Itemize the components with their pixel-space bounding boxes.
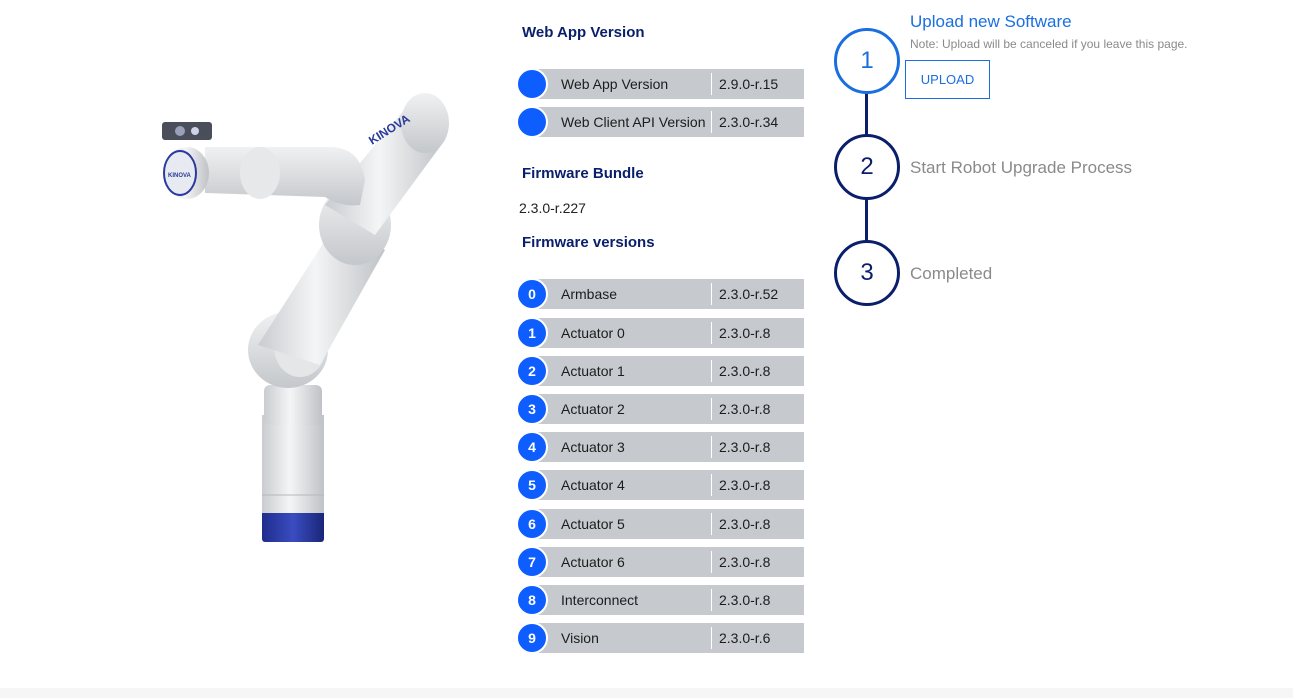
firmware-row-version: 2.3.0-r.8: [719, 592, 771, 608]
firmware-row-name: Actuator 5: [561, 516, 625, 532]
firmware-row-version: 2.3.0-r.8: [719, 477, 771, 493]
firmware-row-name: Interconnect: [561, 592, 639, 608]
firmware-row-version: 2.3.0-r.8: [719, 439, 771, 455]
firmware-row-name: Actuator 2: [561, 401, 625, 417]
index-badge: 8: [516, 584, 548, 616]
step-connector: [865, 93, 868, 135]
divider: [711, 436, 712, 458]
svg-text:KINOVA: KINOVA: [168, 173, 192, 179]
step-1-circle: 1: [834, 28, 900, 94]
firmware-row-name: Actuator 0: [561, 325, 625, 341]
firmware-row-name: Actuator 6: [561, 554, 625, 570]
step-3-circle: 3: [834, 240, 900, 306]
divider: [711, 283, 712, 305]
firmware-row: 7 Actuator 6 2.3.0-r.8: [516, 546, 804, 578]
index-badge: 7: [516, 546, 548, 578]
firmware-row: 0 Armbase 2.3.0-r.52: [516, 278, 804, 310]
divider: [711, 360, 712, 382]
firmware-bundle-title: Firmware Bundle: [522, 165, 644, 182]
firmware-row-version: 2.3.0-r.8: [719, 325, 771, 341]
web-app-version-title: Web App Version: [522, 24, 645, 41]
index-badge: 5: [516, 469, 548, 501]
firmware-row: 5 Actuator 4 2.3.0-r.8: [516, 469, 804, 501]
robot-arm-image: KINOVA KINOVA: [162, 93, 449, 542]
firmware-row-name: Actuator 1: [561, 363, 625, 379]
firmware-row: 9 Vision 2.3.0-r.6: [516, 622, 804, 654]
status-dot-icon: [516, 106, 548, 138]
firmware-row: 6 Actuator 5 2.3.0-r.8: [516, 508, 804, 540]
index-badge: 6: [516, 508, 548, 540]
firmware-row-version: 2.3.0-r.8: [719, 516, 771, 532]
firmware-row: 8 Interconnect 2.3.0-r.8: [516, 584, 804, 616]
divider: [711, 474, 712, 496]
firmware-row-version: 2.3.0-r.8: [719, 363, 771, 379]
version-row-value: 2.9.0-r.15: [719, 76, 779, 92]
divider: [711, 627, 712, 649]
status-dot-icon: [516, 68, 548, 100]
step-2-title: Start Robot Upgrade Process: [910, 158, 1133, 177]
index-badge: 3: [516, 393, 548, 425]
firmware-row-version: 2.3.0-r.8: [719, 401, 771, 417]
step-connector: [865, 199, 868, 241]
step-1-note: Note: Upload will be canceled if you lea…: [910, 37, 1188, 51]
firmware-bundle-value: 2.3.0-r.227: [519, 200, 586, 216]
firmware-row: 3 Actuator 2 2.3.0-r.8: [516, 393, 804, 425]
divider: [711, 322, 712, 344]
divider: [711, 398, 712, 420]
divider: [711, 551, 712, 573]
version-row-web-app: Web App Version 2.9.0-r.15: [516, 68, 804, 100]
divider: [711, 73, 712, 95]
firmware-row-name: Armbase: [561, 286, 618, 302]
firmware-versions-title: Firmware versions: [522, 234, 655, 251]
index-badge: 1: [516, 317, 548, 349]
firmware-upgrade-page: KINOVA KINOVA Web App Version Web App Ve…: [0, 0, 1293, 698]
step-2-circle: 2: [834, 134, 900, 200]
index-badge: 4: [516, 431, 548, 463]
divider: [711, 513, 712, 535]
step-3-title: Completed: [910, 264, 993, 283]
version-row-name: Web Client API Version: [561, 114, 706, 130]
firmware-row-name: Actuator 3: [561, 439, 625, 455]
version-row-name: Web App Version: [561, 76, 669, 92]
divider: [711, 589, 712, 611]
firmware-row-name: Actuator 4: [561, 477, 625, 493]
index-badge: 9: [516, 622, 548, 654]
firmware-row: 2 Actuator 1 2.3.0-r.8: [516, 355, 804, 387]
firmware-row-version: 2.3.0-r.52: [719, 286, 779, 302]
footer-strip: [0, 688, 1293, 698]
firmware-row: 1 Actuator 0 2.3.0-r.8: [516, 317, 804, 349]
index-badge: 0: [516, 278, 548, 310]
index-badge: 2: [516, 355, 548, 387]
firmware-row-version: 2.3.0-r.8: [719, 554, 771, 570]
version-row-web-client-api: Web Client API Version 2.3.0-r.34: [516, 106, 804, 138]
version-row-value: 2.3.0-r.34: [719, 114, 779, 130]
upload-button[interactable]: UPLOAD: [905, 60, 990, 99]
divider: [711, 111, 712, 133]
firmware-row: 4 Actuator 3 2.3.0-r.8: [516, 431, 804, 463]
step-1-title: Upload new Software: [910, 12, 1072, 31]
firmware-row-version: 2.3.0-r.6: [719, 630, 771, 646]
firmware-row-name: Vision: [561, 630, 599, 646]
